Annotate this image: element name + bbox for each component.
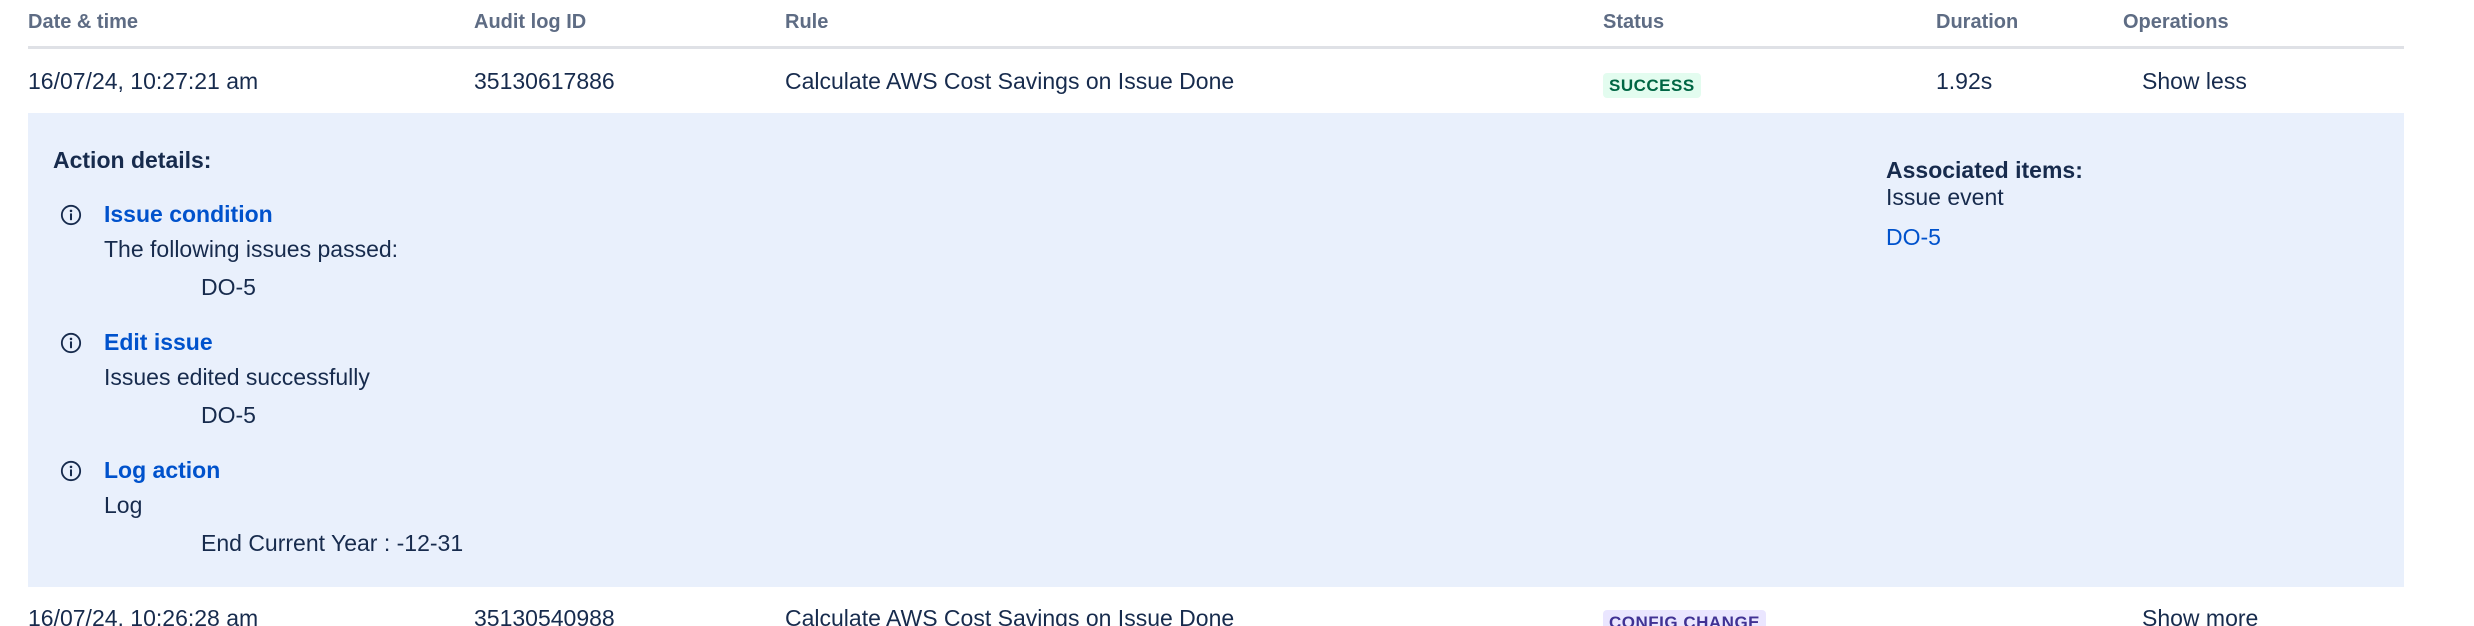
action-issue-key: DO-5 bbox=[201, 402, 256, 428]
status-badge: CONFIG CHANGE bbox=[1603, 610, 1766, 626]
cell-datetime: 16/07/24, 10:27:21 am bbox=[28, 68, 259, 94]
associated-issue-link[interactable]: DO-5 bbox=[1886, 224, 1941, 251]
cell-rule: Calculate AWS Cost Savings on Issue Done bbox=[785, 68, 1235, 94]
cell-datetime: 16/07/24, 10:26:28 am bbox=[28, 605, 259, 626]
cell-rule: Calculate AWS Cost Savings on Issue Done bbox=[785, 605, 1235, 626]
column-header-datetime[interactable]: Date & time bbox=[28, 11, 138, 34]
action-details-title: Action details: bbox=[53, 147, 212, 173]
column-header-rule[interactable]: Rule bbox=[785, 11, 828, 34]
action-issue-key: DO-5 bbox=[201, 274, 256, 300]
action-name-link[interactable]: Log action bbox=[104, 457, 220, 484]
column-header-status[interactable]: Status bbox=[1603, 11, 1664, 34]
action-description: Issues edited successfully bbox=[104, 364, 370, 390]
action-name-link[interactable]: Issue condition bbox=[104, 201, 273, 228]
column-header-duration[interactable]: Duration bbox=[1936, 11, 2018, 34]
info-icon bbox=[60, 332, 82, 354]
show-less-link[interactable]: Show less bbox=[2142, 68, 2247, 95]
column-header-audit-id[interactable]: Audit log ID bbox=[474, 11, 586, 34]
cell-status: SUCCESS bbox=[1603, 70, 1701, 98]
show-more-link[interactable]: Show more bbox=[2142, 605, 2258, 626]
action-description: The following issues passed: bbox=[104, 236, 399, 262]
action-log-message: End Current Year : -12-31 bbox=[201, 530, 464, 556]
status-badge: SUCCESS bbox=[1603, 73, 1701, 98]
cell-duration: 1.92s bbox=[1936, 68, 1993, 94]
info-icon bbox=[60, 460, 82, 482]
action-name-link[interactable]: Edit issue bbox=[104, 329, 213, 356]
table-row: 16/07/24, 10:26:28 am 35130540988 Calcul… bbox=[28, 586, 2404, 626]
info-icon bbox=[60, 204, 82, 226]
cell-audit-id: 35130617886 bbox=[474, 68, 615, 94]
table-row: 16/07/24, 10:27:21 am 35130617886 Calcul… bbox=[28, 49, 2404, 112]
action-details-panel: Action details: Issue condition The foll… bbox=[28, 113, 2404, 587]
associated-items-title: Associated items: bbox=[1886, 157, 2083, 183]
associated-items-label: Issue event bbox=[1886, 184, 2004, 210]
cell-status: CONFIG CHANGE bbox=[1603, 607, 1766, 626]
action-description: Log bbox=[104, 492, 143, 518]
column-header-operations: Operations bbox=[2123, 11, 2229, 33]
table-header: Date & time Audit log ID Rule Status Dur… bbox=[28, 0, 2404, 49]
cell-audit-id: 35130540988 bbox=[474, 605, 615, 626]
